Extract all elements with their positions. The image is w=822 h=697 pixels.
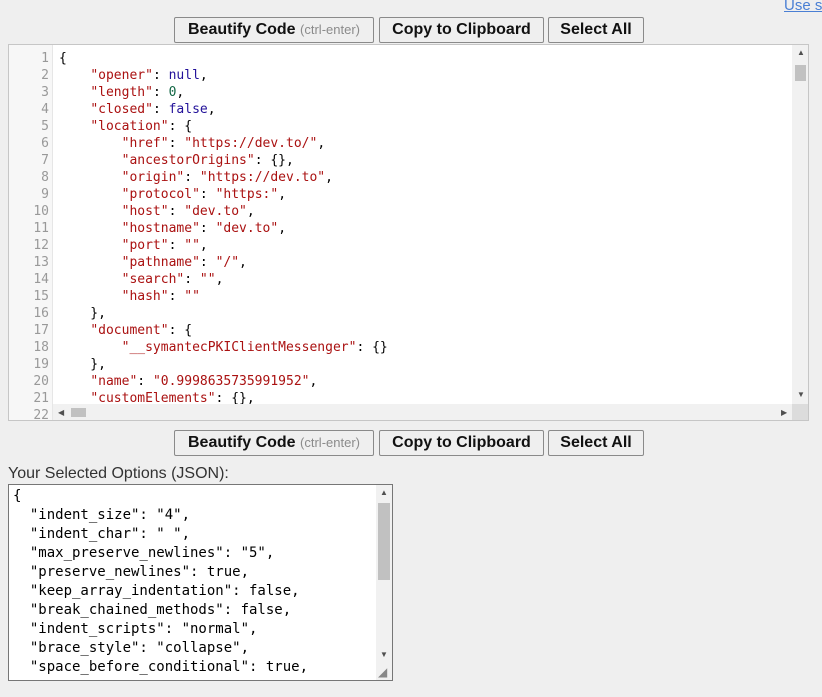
scrollbar-thumb[interactable] — [795, 65, 806, 81]
options-line[interactable]: "max_preserve_newlines": "5", — [13, 544, 274, 563]
line-number: 17 — [33, 323, 49, 338]
line-number: 8 — [41, 170, 49, 185]
beautify-label: Beautify Code — [188, 434, 296, 451]
select-all-button[interactable]: Select All — [548, 430, 644, 456]
code-line[interactable]: "origin": "https://dev.to", — [59, 169, 333, 186]
options-line[interactable]: "break_chained_methods": false, — [13, 601, 291, 620]
code-line[interactable]: "search": "", — [59, 271, 224, 288]
beautify-button[interactable]: Beautify Code (ctrl-enter) — [174, 17, 374, 43]
line-number: 19 — [33, 357, 49, 372]
code-line[interactable]: "closed": false, — [59, 101, 215, 118]
code-editor[interactable]: 1 2 3 4 5 6 7 8 9 10 11 12 13 14 15 16 17 18 19 20 21 22 { "o… — [8, 44, 809, 421]
line-number: 7 — [41, 153, 49, 168]
scroll-up-icon[interactable]: ▲ — [797, 48, 805, 58]
beautify-label: Beautify Code — [188, 21, 296, 38]
line-number: 4 — [41, 102, 49, 117]
beautify-shortcut-hint: (ctrl-enter) — [300, 435, 360, 450]
options-line[interactable]: "brace_style": "collapse", — [13, 639, 249, 658]
line-number: 14 — [33, 272, 49, 287]
line-number: 13 — [33, 255, 49, 270]
copy-to-clipboard-button[interactable]: Copy to Clipboard — [379, 17, 544, 43]
line-number: 15 — [33, 289, 49, 304]
options-line[interactable]: "indent_size": "4", — [13, 506, 190, 525]
code-line[interactable]: "protocol": "https:", — [59, 186, 286, 203]
code-line[interactable]: "ancestorOrigins": {}, — [59, 152, 294, 169]
beautify-shortcut-hint: (ctrl-enter) — [300, 22, 360, 37]
line-number: 11 — [33, 221, 49, 236]
code-line[interactable]: "pathname": "/", — [59, 254, 247, 271]
code-line[interactable]: "__symantecPKIClientMessenger": {} — [59, 339, 388, 356]
options-line[interactable]: "indent_char": " ", — [13, 525, 190, 544]
code-line[interactable]: "document": { — [59, 322, 192, 339]
line-number: 1 — [41, 51, 49, 66]
options-line[interactable]: { — [13, 487, 21, 506]
beautify-button[interactable]: Beautify Code (ctrl-enter) — [174, 430, 374, 456]
scrollbar-thumb[interactable] — [378, 503, 390, 580]
line-number: 20 — [33, 374, 49, 389]
top-link[interactable]: Use s — [784, 0, 822, 14]
options-line[interactable]: "space_before_conditional": true, — [13, 658, 308, 677]
line-number: 2 — [41, 68, 49, 83]
line-number: 5 — [41, 119, 49, 134]
code-line[interactable]: "host": "dev.to", — [59, 203, 255, 220]
options-label: Your Selected Options (JSON): — [8, 465, 229, 482]
options-line[interactable]: "keep_array_indentation": false, — [13, 582, 300, 601]
options-line[interactable]: "indent_scripts": "normal", — [13, 620, 258, 639]
resize-handle-icon[interactable]: ◢ — [378, 665, 387, 679]
line-number: 18 — [33, 340, 49, 355]
scroll-down-icon[interactable]: ▼ — [797, 390, 805, 400]
options-json-textarea[interactable]: { "indent_size": "4", "indent_char": " "… — [8, 484, 393, 681]
code-line[interactable]: { — [59, 50, 67, 67]
line-number: 21 — [33, 391, 49, 406]
line-number: 9 — [41, 187, 49, 202]
scrollbar-thumb[interactable] — [71, 408, 86, 417]
scroll-down-icon[interactable]: ▼ — [380, 650, 388, 660]
code-line[interactable]: }, — [59, 305, 106, 322]
vertical-scrollbar[interactable]: ▲ ▼ — [792, 45, 808, 404]
scroll-up-icon[interactable]: ▲ — [380, 488, 388, 498]
code-line[interactable]: }, — [59, 356, 106, 373]
code-line[interactable]: "name": "0.9998635735991952", — [59, 373, 317, 390]
code-line[interactable]: "port": "", — [59, 237, 208, 254]
line-number: 3 — [41, 85, 49, 100]
vertical-scrollbar[interactable]: ▲ ▼ — [376, 485, 392, 680]
line-number: 16 — [33, 306, 49, 321]
code-line[interactable]: "href": "https://dev.to/", — [59, 135, 326, 152]
code-line[interactable]: "location": { — [59, 118, 192, 135]
scrollbar-corner — [792, 404, 808, 420]
line-number: 12 — [33, 238, 49, 253]
scroll-left-icon[interactable]: ◀ — [58, 408, 64, 418]
copy-to-clipboard-button[interactable]: Copy to Clipboard — [379, 430, 544, 456]
code-line[interactable]: "hash": "" — [59, 288, 200, 305]
code-line[interactable]: "hostname": "dev.to", — [59, 220, 286, 237]
line-number: 6 — [41, 136, 49, 151]
scroll-right-icon[interactable]: ▶ — [781, 408, 787, 418]
code-line[interactable]: "length": 0, — [59, 84, 184, 101]
line-number-gutter: 1 2 3 4 5 6 7 8 9 10 11 12 13 14 15 16 17 18 19 20 21 22 — [9, 45, 53, 421]
options-line[interactable]: "preserve_newlines": true, — [13, 563, 249, 582]
line-number: 22 — [33, 408, 49, 421]
select-all-button[interactable]: Select All — [548, 17, 644, 43]
line-number: 10 — [33, 204, 49, 219]
code-line[interactable]: "opener": null, — [59, 67, 207, 84]
horizontal-scrollbar[interactable]: ◀ ▶ — [53, 404, 792, 420]
